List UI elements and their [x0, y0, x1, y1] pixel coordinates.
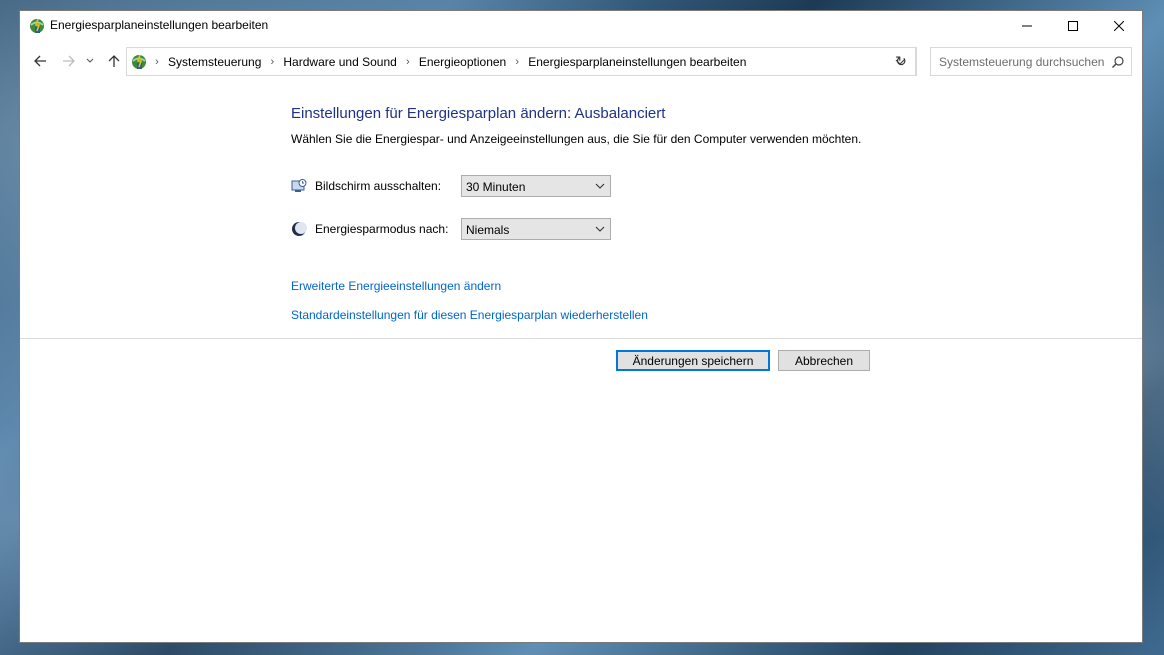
minimize-button[interactable]	[1004, 11, 1050, 41]
back-button[interactable]	[29, 49, 51, 73]
cancel-button[interactable]: Abbrechen	[778, 350, 870, 371]
display-off-label: Bildschirm ausschalten:	[315, 179, 442, 193]
setting-row-sleep: Energiesparmodus nach: Niemals	[291, 218, 611, 240]
refresh-button[interactable]: ↻	[886, 47, 917, 76]
search-box	[930, 47, 1132, 76]
search-icon[interactable]	[1111, 55, 1125, 69]
divider	[20, 338, 1142, 339]
display-off-select[interactable]: 30 Minuten	[461, 175, 611, 197]
restore-defaults-link[interactable]: Standardeinstellungen für diesen Energie…	[291, 308, 648, 322]
minimize-icon	[1022, 25, 1032, 27]
chevron-down-icon	[86, 58, 94, 63]
breadcrumb-current[interactable]: Energiesparplaneinstellungen bearbeiten	[525, 55, 749, 69]
sleep-moon-icon	[291, 221, 307, 237]
navigation-bar: › Systemsteuerung › Hardware und Sound ›…	[20, 44, 1142, 78]
breadcrumb: › Systemsteuerung › Hardware und Sound ›…	[149, 48, 749, 75]
breadcrumb-energieoptionen[interactable]: Energieoptionen	[416, 55, 509, 69]
sleep-label: Energiesparmodus nach:	[315, 222, 449, 236]
window-title: Energiesparplaneinstellungen bearbeiten	[50, 18, 269, 32]
page-description: Wählen Sie die Energiespar- und Anzeigee…	[291, 132, 862, 146]
search-input[interactable]	[931, 48, 1111, 75]
maximize-button[interactable]	[1050, 11, 1096, 41]
chevron-right-icon: ›	[515, 55, 520, 68]
chevron-right-icon: ›	[155, 55, 159, 68]
display-off-value: 30 Minuten	[466, 180, 526, 194]
recent-locations-button[interactable]	[82, 49, 98, 73]
chevron-right-icon: ›	[405, 55, 410, 68]
sleep-value: Niemals	[466, 223, 510, 237]
chevron-down-icon	[595, 183, 605, 189]
breadcrumb-hardware-und-sound[interactable]: Hardware und Sound	[280, 55, 399, 69]
setting-row-display-off: Bildschirm ausschalten: 30 Minuten	[291, 175, 611, 197]
control-panel-window: Energiesparplaneinstellungen bearbeiten	[19, 10, 1143, 643]
arrow-right-icon	[63, 55, 75, 67]
page-title: Einstellungen für Energiesparplan ändern…	[291, 105, 666, 122]
advanced-settings-link[interactable]: Erweiterte Energieeinstellungen ändern	[291, 279, 501, 293]
chevron-down-icon	[595, 226, 605, 232]
up-button[interactable]	[103, 49, 125, 73]
arrow-up-icon	[108, 55, 120, 67]
refresh-icon: ↻	[895, 53, 907, 69]
close-icon	[1114, 21, 1124, 31]
maximize-icon	[1068, 21, 1078, 31]
forward-button[interactable]	[58, 49, 80, 73]
power-options-icon	[28, 17, 46, 35]
save-changes-button[interactable]: Änderungen speichern	[616, 350, 770, 371]
arrow-left-icon	[34, 55, 46, 67]
breadcrumb-systemsteuerung[interactable]: Systemsteuerung	[165, 55, 264, 69]
main-content: Einstellungen für Energiesparplan ändern…	[20, 78, 1142, 642]
monitor-icon	[291, 178, 307, 194]
close-button[interactable]	[1096, 11, 1142, 41]
chevron-right-icon: ›	[270, 55, 275, 68]
control-panel-icon	[130, 53, 148, 71]
title-bar: Energiesparplaneinstellungen bearbeiten	[20, 11, 1142, 41]
address-bar[interactable]: › Systemsteuerung › Hardware und Sound ›…	[126, 47, 917, 76]
sleep-select[interactable]: Niemals	[461, 218, 611, 240]
